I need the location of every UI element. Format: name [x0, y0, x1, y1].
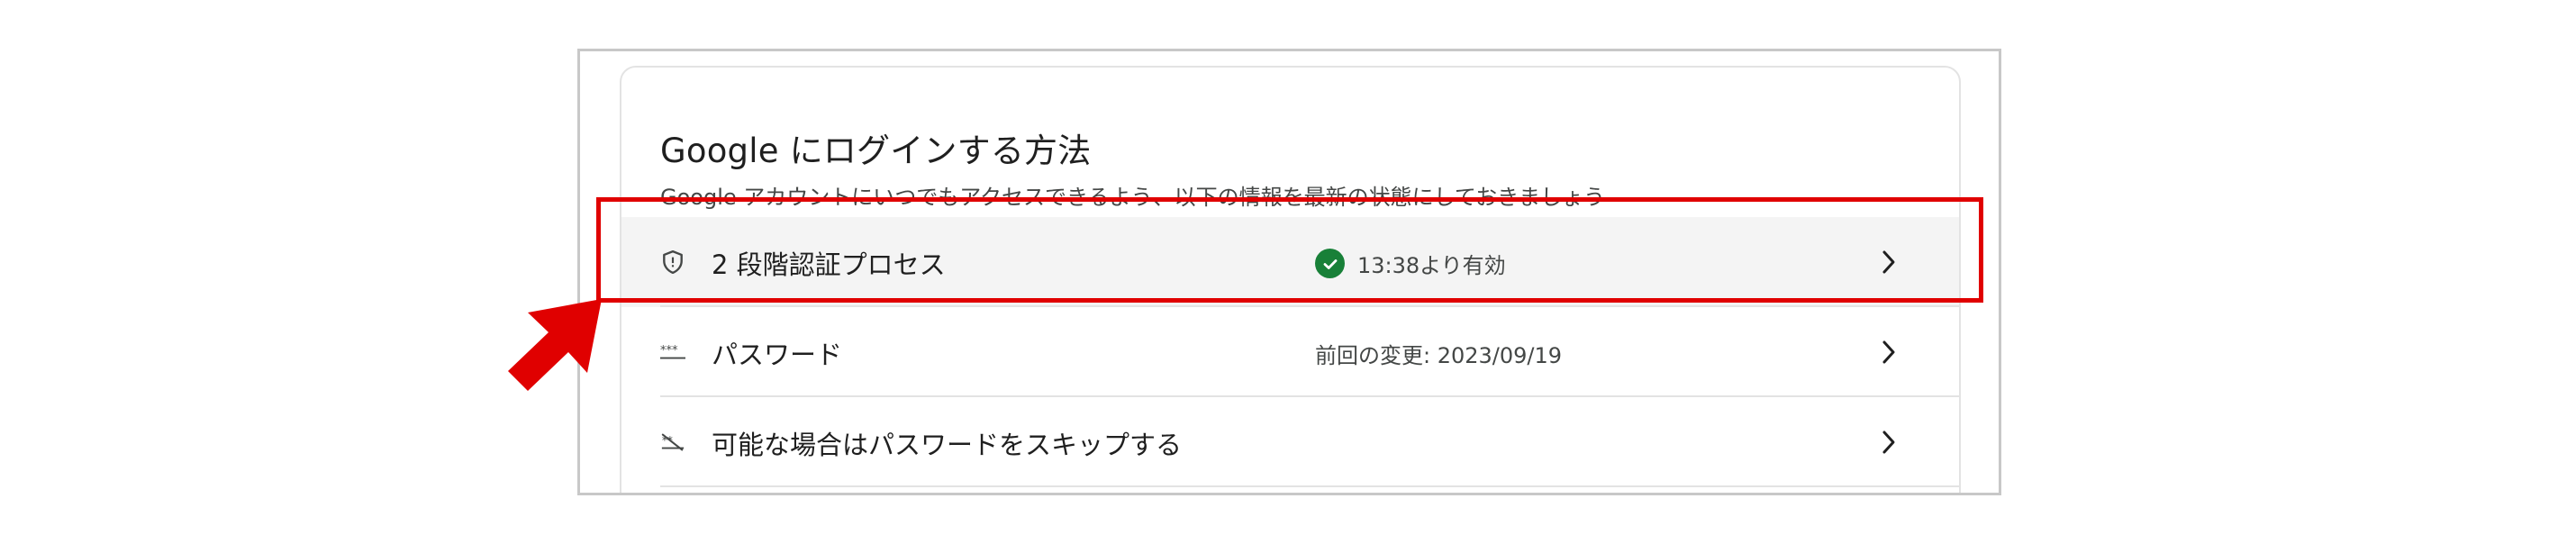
- chevron-right-icon: [1873, 246, 1905, 278]
- svg-text:***: ***: [660, 344, 678, 358]
- row-skip-password[interactable]: ** 可能な場合はパスワードをスキップする: [621, 397, 1959, 487]
- row-password[interactable]: *** パスワード 前回の変更: 2023/09/19: [621, 307, 1959, 397]
- row-status-text: 13:38より有効: [1357, 253, 1506, 278]
- row-label: パスワード: [712, 340, 843, 370]
- annotation-arrow-icon: [508, 299, 602, 391]
- signin-methods-card: Google にログインする方法 Google アカウントにいつでもアクセスでき…: [620, 66, 1961, 493]
- row-status: 13:38より有効: [1315, 248, 1506, 279]
- check-circle-icon: [1315, 249, 1345, 278]
- row-status: 前回の変更: 2023/09/19: [1315, 338, 1562, 369]
- shield-icon: [660, 249, 685, 275]
- chevron-right-icon: [1873, 426, 1905, 458]
- screenshot-frame: Google にログインする方法 Google アカウントにいつでもアクセスでき…: [577, 49, 2001, 495]
- row-two-step-verification[interactable]: 2 段階認証プロセス 13:38より有効: [621, 217, 1959, 307]
- password-dots-icon: ***: [660, 340, 685, 365]
- skip-password-icon: **: [660, 430, 685, 455]
- chevron-right-icon: [1873, 336, 1905, 368]
- section-title: Google にログインする方法: [660, 131, 1092, 170]
- row-label: 2 段階認証プロセス: [712, 249, 946, 280]
- row-label: 可能な場合はパスワードをスキップする: [712, 430, 1183, 460]
- row-status-text: 前回の変更: 2023/09/19: [1315, 343, 1563, 368]
- divider: [660, 485, 1959, 487]
- section-subtitle: Google アカウントにいつでもアクセスできるよう、以下の情報を最新の状態にし…: [660, 185, 1606, 210]
